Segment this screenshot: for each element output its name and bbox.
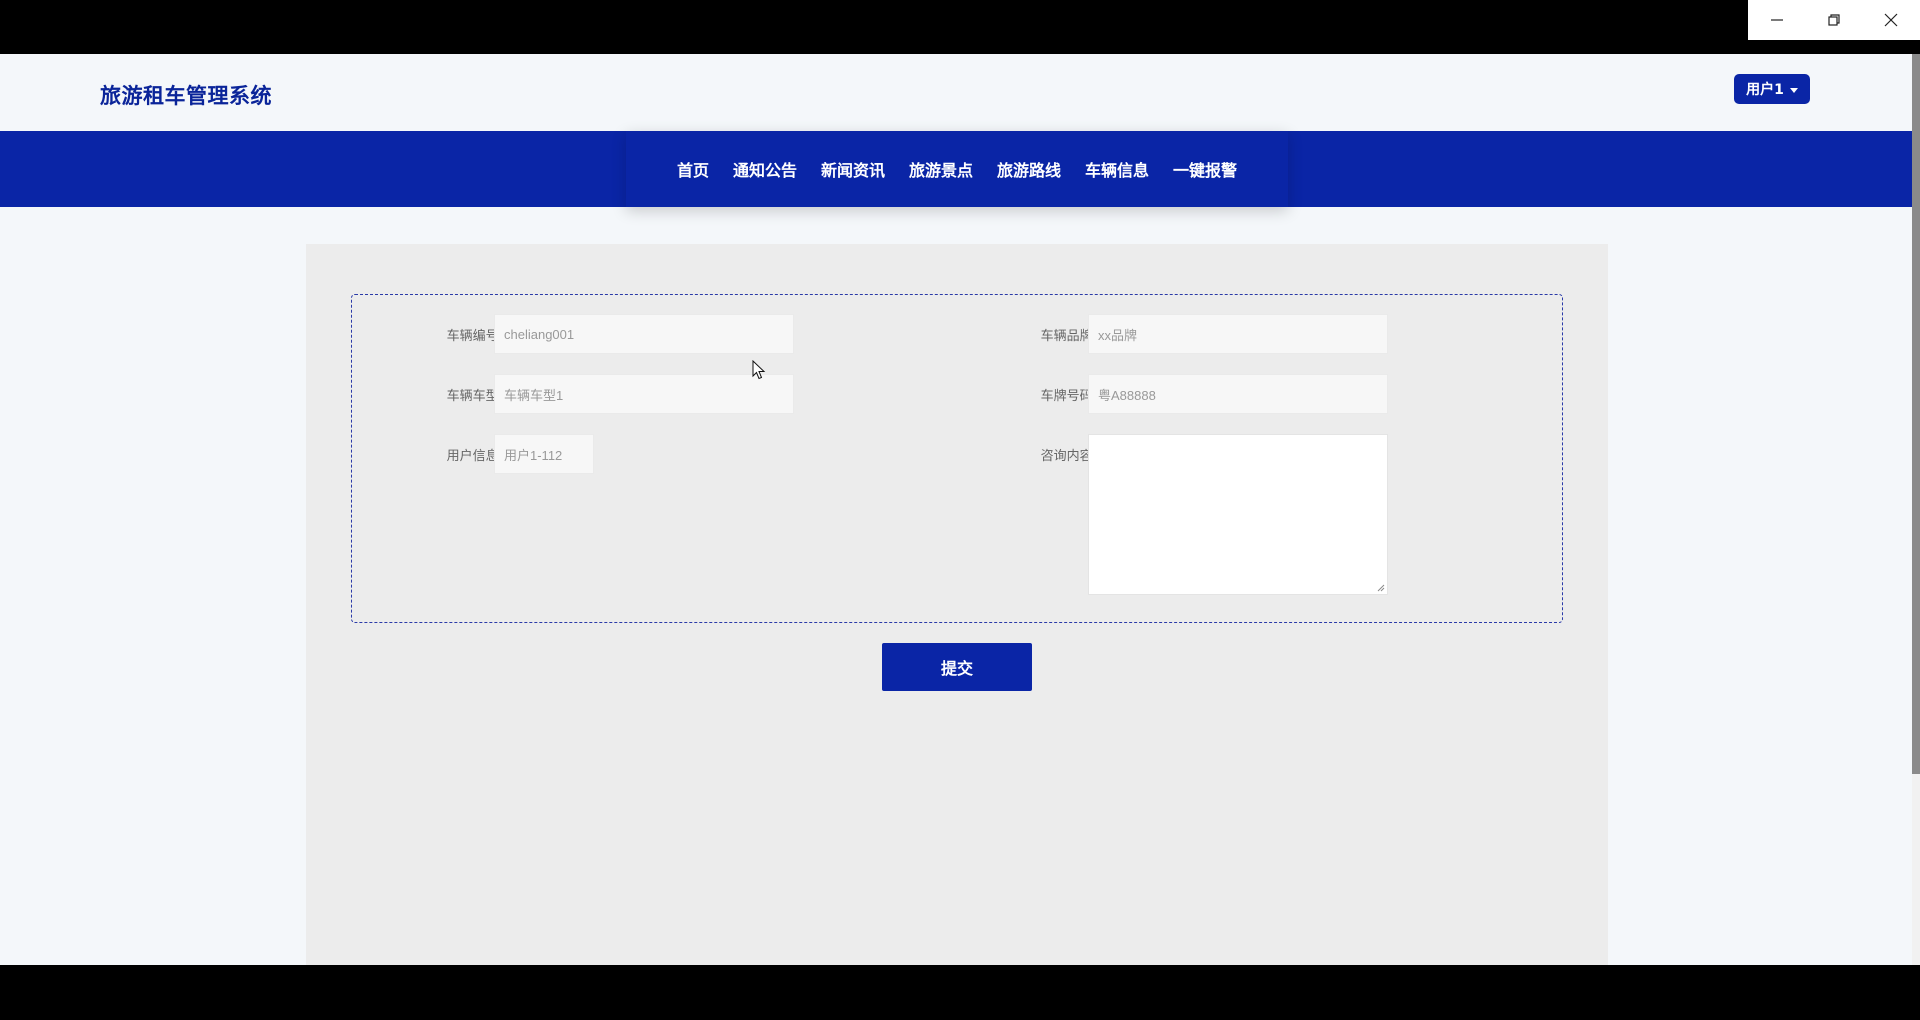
resize-grip-icon[interactable] [1377,584,1385,592]
minimize-button[interactable] [1748,0,1805,40]
nav-item-alarm[interactable]: 一键报警 [1173,157,1237,181]
inquiry-label: 咨询内容: [1040,449,1097,464]
nav-item-vehicles[interactable]: 车辆信息 [1085,157,1149,181]
page-viewport: 旅游租车管理系统 用户1 首页 通知公告 新闻资讯 旅游景点 旅游路线 车辆信息… [0,54,1920,965]
vehicle-no-label: 车辆编号: [446,329,503,344]
nav-item-home[interactable]: 首页 [677,157,709,181]
nav-menu: 首页 通知公告 新闻资讯 旅游景点 旅游路线 车辆信息 一键报警 [626,131,1288,207]
mouse-cursor-icon [752,360,766,380]
site-header: 旅游租车管理系统 用户1 [0,54,1920,131]
vehicle-brand-label: 车辆品牌: [1040,329,1097,344]
nav-item-news[interactable]: 新闻资讯 [821,157,885,181]
nav-item-attractions[interactable]: 旅游景点 [909,157,973,181]
window-controls [1748,0,1920,40]
close-button[interactable] [1862,0,1919,40]
inquiry-textarea[interactable] [1088,434,1388,595]
scrollbar-thumb[interactable] [1912,54,1920,774]
caret-down-icon [1789,87,1798,93]
submit-button[interactable]: 提交 [882,643,1032,691]
plate-no-label: 车牌号码: [1040,389,1097,404]
main-nav: 首页 通知公告 新闻资讯 旅游景点 旅游路线 车辆信息 一键报警 [0,131,1920,207]
plate-no-field[interactable]: 粤A88888 [1088,374,1388,414]
user-menu-button[interactable]: 用户1 [1734,74,1810,104]
screen: 旅游租车管理系统 用户1 首页 通知公告 新闻资讯 旅游景点 旅游路线 车辆信息… [0,0,1920,1020]
vehicle-no-field[interactable]: cheliang001 [494,314,794,354]
content-panel: 车辆编号: cheliang001 车辆品牌: xx品牌 车辆车型: 车辆车型1… [306,244,1608,965]
user-info-label: 用户信息: [446,449,503,464]
restore-button[interactable] [1805,0,1862,40]
page-scrollbar[interactable] [1912,54,1920,965]
vehicle-model-label: 车辆车型: [446,389,503,404]
vehicle-brand-field[interactable]: xx品牌 [1088,314,1388,354]
close-icon [1884,13,1897,27]
inquiry-form: 车辆编号: cheliang001 车辆品牌: xx品牌 车辆车型: 车辆车型1… [351,294,1563,623]
restore-icon [1827,14,1840,26]
user-info-field[interactable]: 用户1-112 [494,434,594,474]
nav-item-routes[interactable]: 旅游路线 [997,157,1061,181]
vehicle-model-field[interactable]: 车辆车型1 [494,374,794,414]
user-menu-label: 用户1 [1746,82,1784,98]
minimize-icon [1770,19,1783,21]
site-title: 旅游租车管理系统 [100,84,272,108]
nav-item-notices[interactable]: 通知公告 [733,157,797,181]
